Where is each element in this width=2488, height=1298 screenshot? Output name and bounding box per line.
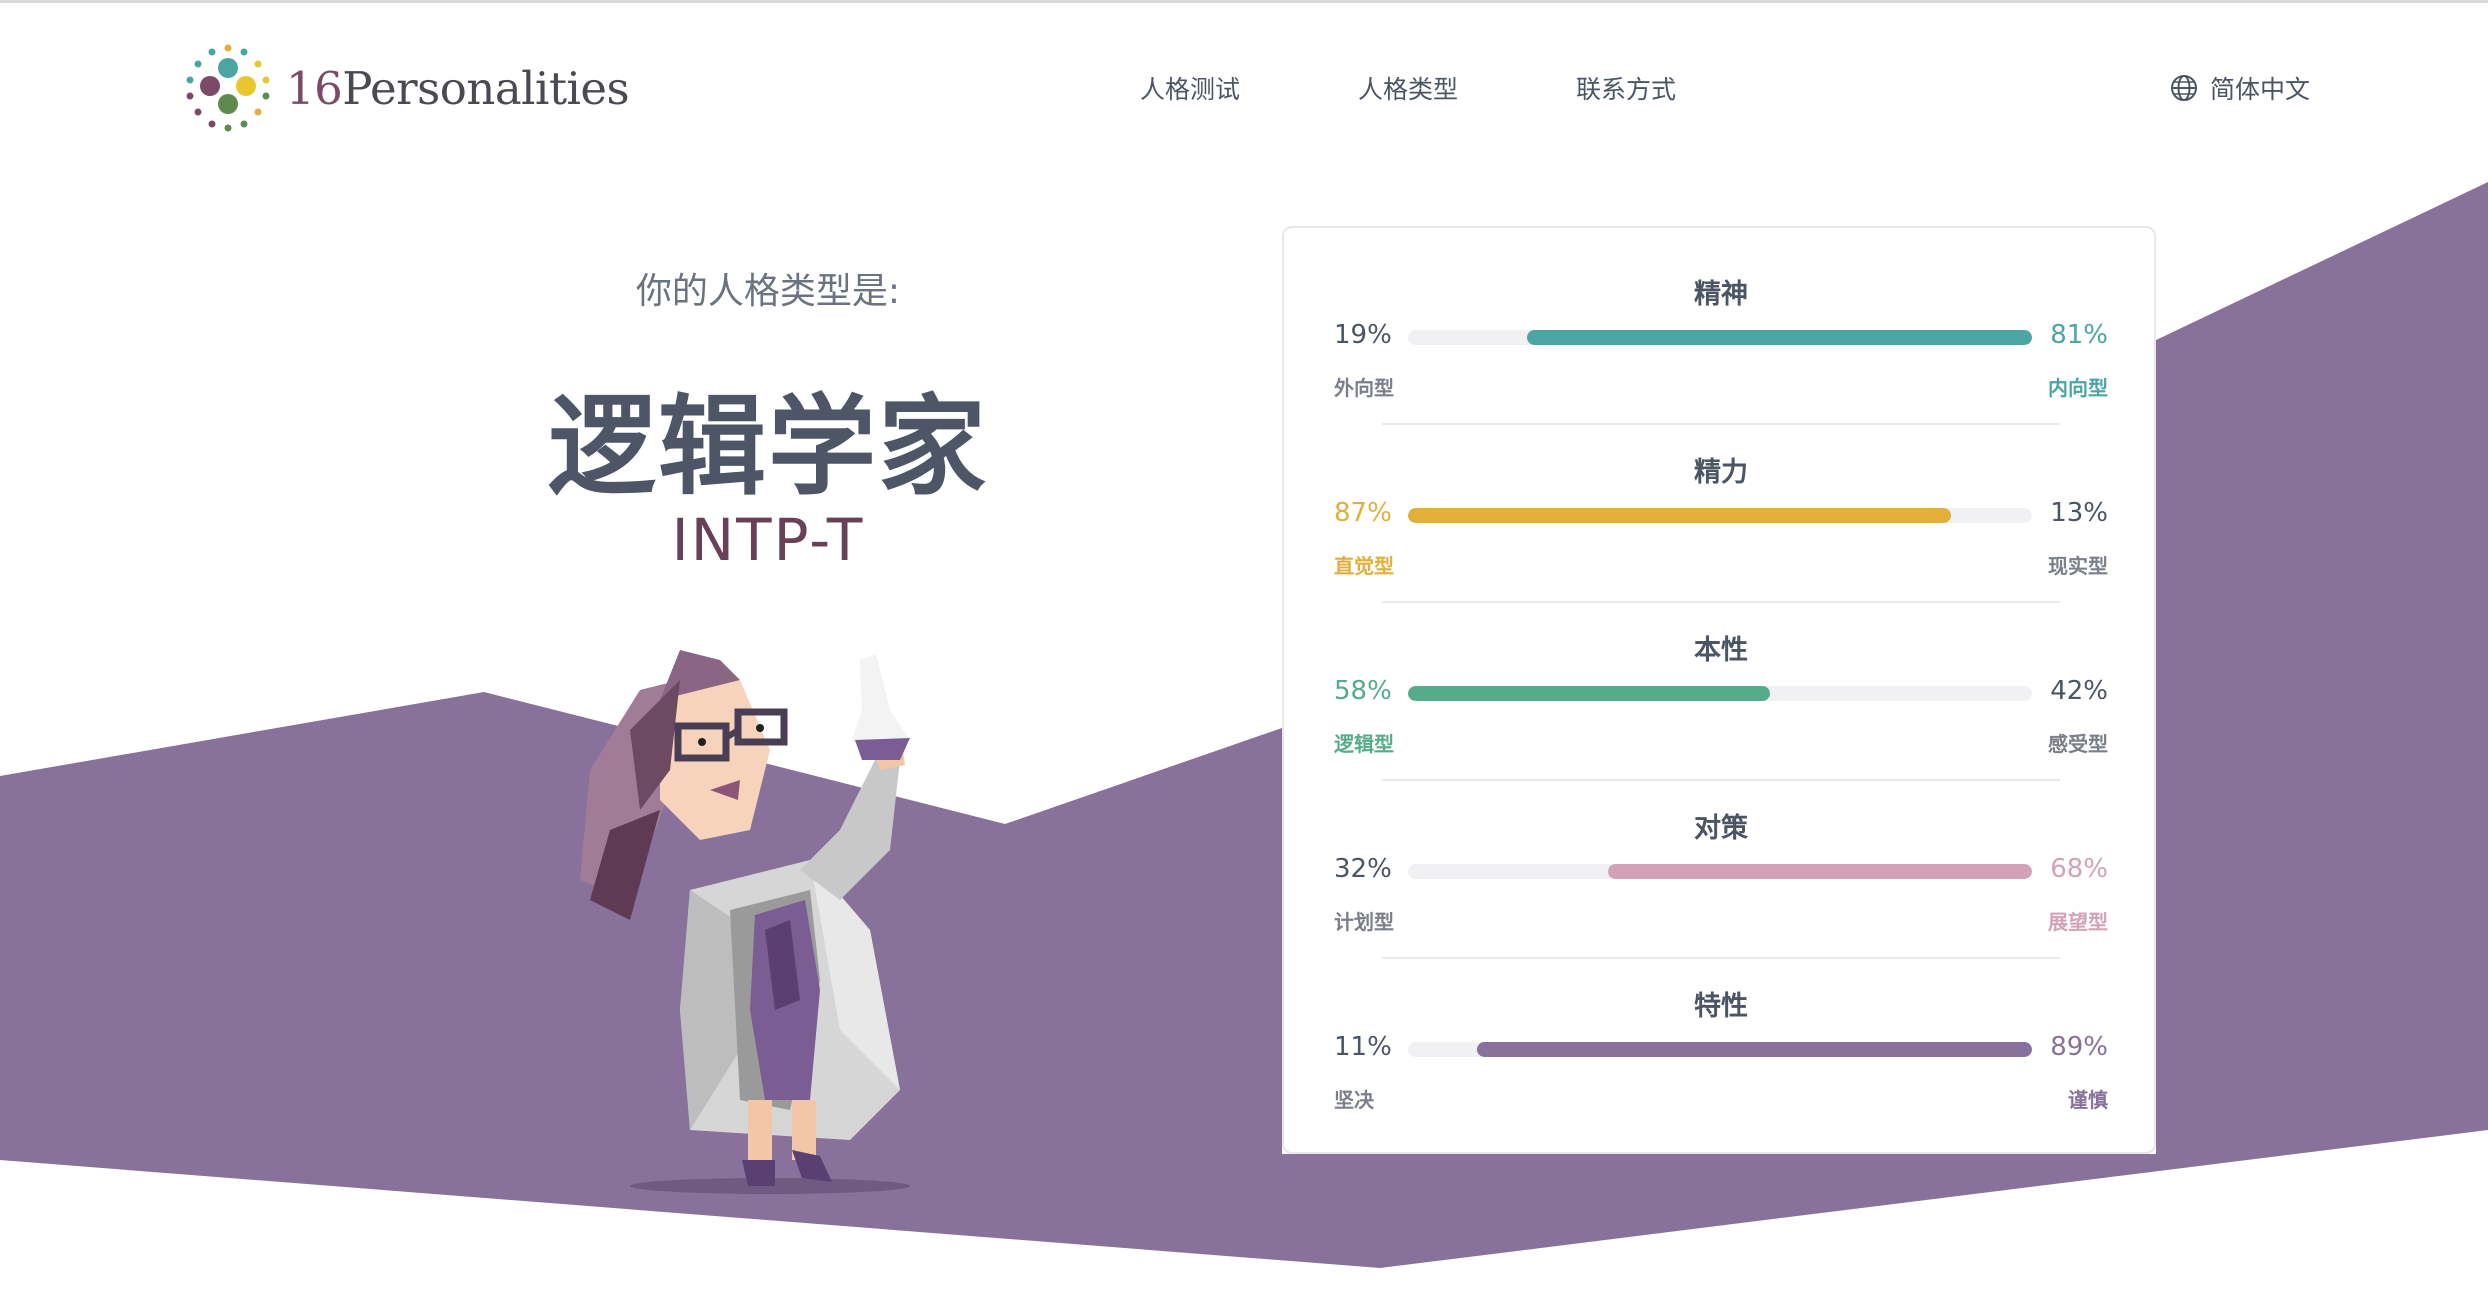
language-label: 简体中文 — [2210, 75, 2311, 104]
globe-icon — [2171, 75, 2197, 101]
trait-mind: 精神 19% 81% 外向型 内向型 — [1334, 228, 2108, 406]
trait-left-label: 外向型 — [1334, 376, 1394, 400]
trait-bar — [1408, 330, 2032, 345]
logician-illustration — [580, 650, 910, 1194]
trait-left-percent: 19% — [1334, 320, 1392, 350]
trait-bar-fill — [1408, 508, 1951, 523]
trait-title: 特性 — [1694, 991, 1748, 1022]
logo-text: 16Personalities — [286, 61, 630, 115]
trait-left-label: 坚决 — [1334, 1088, 1374, 1112]
trait-tactics: 对策 32% 68% 计划型 展望型 — [1334, 762, 2108, 940]
trait-identity: 特性 11% 89% 坚决 谨慎 — [1334, 940, 2108, 1118]
trait-title: 精力 — [1694, 457, 1748, 488]
logo-word: Personalities — [342, 61, 630, 115]
trait-right-percent: 89% — [2050, 1032, 2108, 1062]
trait-right-label: 谨慎 — [2068, 1088, 2108, 1112]
trait-bar — [1408, 508, 2032, 523]
nav-item-contact[interactable]: 联系方式 — [1576, 70, 1676, 106]
trait-right-label: 展望型 — [2048, 910, 2108, 934]
trait-bar-fill — [1408, 686, 1770, 701]
trait-nature: 本性 58% 42% 逻辑型 感受型 — [1334, 584, 2108, 762]
trait-bar — [1408, 1042, 2032, 1057]
trait-bar — [1408, 686, 2032, 701]
trait-title: 对策 — [1694, 813, 1748, 844]
trait-left-label: 逻辑型 — [1334, 732, 1394, 756]
logo-dots-icon — [186, 44, 270, 132]
trait-right-percent: 13% — [2050, 498, 2108, 528]
trait-left-percent: 11% — [1334, 1032, 1392, 1062]
trait-title: 精神 — [1694, 279, 1748, 310]
trait-right-percent: 81% — [2050, 320, 2108, 350]
logo-number: 16 — [286, 61, 343, 115]
trait-bar-fill — [1608, 864, 2032, 879]
trait-right-label: 感受型 — [2048, 732, 2108, 756]
trait-energy: 精力 87% 13% 直觉型 现实型 — [1334, 406, 2108, 584]
trait-left-label: 计划型 — [1334, 910, 1394, 934]
trait-right-label: 内向型 — [2048, 376, 2108, 400]
trait-right-percent: 68% — [2050, 854, 2108, 884]
trait-left-percent: 87% — [1334, 498, 1392, 528]
trait-title: 本性 — [1694, 635, 1748, 666]
trait-bar-fill — [1477, 1042, 2032, 1057]
trait-left-percent: 32% — [1334, 854, 1392, 884]
trait-right-label: 现实型 — [2048, 554, 2108, 578]
trait-left-label: 直觉型 — [1334, 554, 1394, 578]
trait-bar — [1408, 864, 2032, 879]
language-selector[interactable]: 简体中文 — [2170, 70, 2310, 106]
logo[interactable]: 16Personalities — [182, 42, 630, 134]
nav-item-types[interactable]: 人格类型 — [1358, 70, 1458, 106]
trait-left-percent: 58% — [1334, 676, 1392, 706]
nav-item-test[interactable]: 人格测试 — [1140, 70, 1240, 106]
trait-right-percent: 42% — [2050, 676, 2108, 706]
traits-card: 精神 19% 81% 外向型 内向型 精力 87% 13% 直觉型 现实型 本性… — [1282, 226, 2156, 1154]
main-nav: 人格测试 人格类型 联系方式 — [1140, 70, 1794, 106]
trait-bar-fill — [1527, 330, 2032, 345]
